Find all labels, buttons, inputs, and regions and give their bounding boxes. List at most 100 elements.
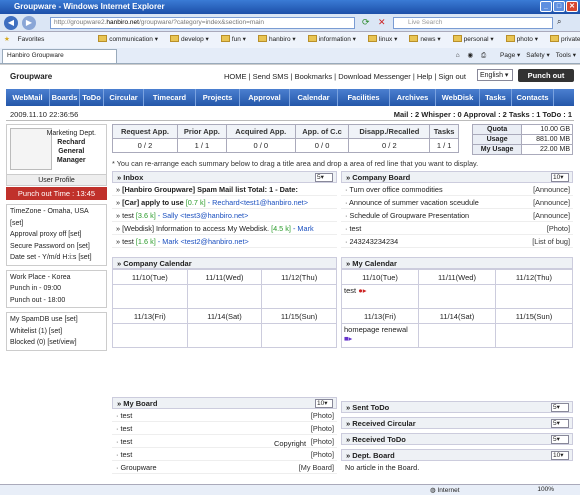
zoom-level[interactable]: 100% xyxy=(537,486,554,493)
settings-item[interactable]: Secure Password on [set] xyxy=(10,241,103,253)
stop-icon[interactable]: ✕ xyxy=(378,17,386,28)
status-counts[interactable]: Mail : 2 Whisper : 0 Approval : 2 Tasks … xyxy=(394,110,572,119)
my-board-header[interactable]: » My Board 10▾ xyxy=(112,397,337,409)
received-circular-count-select[interactable]: 5▾ xyxy=(551,419,569,428)
bookmark-folder[interactable]: communication ▾ xyxy=(98,35,164,43)
summary-value[interactable]: 0 / 0 xyxy=(294,138,350,153)
nav-webdisk[interactable]: WebDisk xyxy=(436,89,480,106)
board-item-title[interactable]: · test xyxy=(345,224,361,233)
nav-calendar[interactable]: Calendar xyxy=(290,89,338,106)
board-item[interactable]: · test [Photo] xyxy=(112,448,337,461)
company-board-count-select[interactable]: 10▾ xyxy=(551,173,569,182)
inbox-sender[interactable]: - Mark xyxy=(293,224,314,233)
calendar-day-header[interactable]: 11/15(Sun) xyxy=(495,308,573,324)
bookmark-folder[interactable]: information ▾ xyxy=(307,35,362,43)
calendar-day-header[interactable]: 11/13(Fri) xyxy=(112,308,188,324)
forward-icon[interactable]: ▶ xyxy=(22,16,36,30)
board-item[interactable]: · test [Photo] xyxy=(112,422,337,435)
nav-boards[interactable]: Boards xyxy=(50,89,80,106)
board-item[interactable]: · 243243234234 [List of bug] xyxy=(341,235,573,248)
feeds-icon[interactable]: ◉ xyxy=(468,52,474,59)
language-select[interactable]: English ▾ xyxy=(477,69,513,81)
calendar-day-header[interactable]: 11/11(Wed) xyxy=(418,269,496,285)
minimize-button[interactable]: _ xyxy=(540,1,552,12)
inbox-item[interactable]: » [Hanbiro Groupware] Spam Mail list Tot… xyxy=(112,183,337,196)
favorites-button[interactable]: Favorites xyxy=(18,36,45,43)
ie-tool-menu[interactable]: Tools ▾ xyxy=(556,52,576,59)
dept-board-header[interactable]: » Dept. Board 10▾ xyxy=(341,449,573,461)
calendar-day-header[interactable]: 11/12(Thu) xyxy=(495,269,573,285)
top-links[interactable]: HOME | Send SMS | Bookmarks | Download M… xyxy=(224,72,466,81)
calendar-day-header[interactable]: 11/12(Thu) xyxy=(261,269,337,285)
company-calendar-header[interactable]: » Company Calendar xyxy=(112,257,337,269)
search-input[interactable]: Live Search xyxy=(393,17,553,29)
board-item-title[interactable]: · Announce of summer vacation sceudule xyxy=(345,198,479,207)
dept-board-count-select[interactable]: 10▾ xyxy=(551,451,569,460)
nav-projects[interactable]: Projects xyxy=(196,89,240,106)
nav-facilities[interactable]: Facilities xyxy=(338,89,390,106)
board-item-title[interactable]: · 243243234234 xyxy=(345,237,398,246)
board-item-title[interactable]: · Turn over office commodities xyxy=(345,185,443,194)
sent-todo-header[interactable]: » Sent ToDo 5▾ xyxy=(341,401,573,413)
home-icon[interactable]: ⌂ xyxy=(456,52,460,59)
settings-item[interactable]: My SpamDB use [set] xyxy=(10,314,103,326)
settings-item[interactable]: Punch in - 09:00 xyxy=(10,283,103,295)
summary-value[interactable]: 1 / 1 xyxy=(429,138,459,153)
inbox-item[interactable]: » [Car] apply to use [0.7 k] - Rechard<t… xyxy=(112,196,337,209)
search-icon[interactable]: ⌕ xyxy=(557,17,561,27)
calendar-day-header[interactable]: 11/11(Wed) xyxy=(186,269,263,285)
favorites-star-icon[interactable]: ★ xyxy=(4,36,10,43)
calendar-day-header[interactable]: 11/10(Tue) xyxy=(112,269,188,285)
inbox-sender[interactable]: - Sally <test3@hanbiro.net> xyxy=(158,211,249,220)
browser-tab[interactable]: Hanbiro Groupware xyxy=(2,49,117,63)
board-item-title[interactable]: · test xyxy=(116,424,132,433)
nav-circular[interactable]: Circular xyxy=(104,89,144,106)
refresh-icon[interactable]: ⟳ xyxy=(362,17,370,28)
board-item-title[interactable]: · test xyxy=(116,411,132,420)
settings-item[interactable]: Approval proxy off [set] xyxy=(10,229,103,241)
board-item-title[interactable]: · Schedule of Groupware Presentation xyxy=(345,211,469,220)
bookmark-folder[interactable]: private ▾ xyxy=(549,35,580,43)
received-circular-header[interactable]: » Received Circular 5▾ xyxy=(341,417,573,429)
nav-tasks[interactable]: Tasks xyxy=(480,89,512,106)
bookmark-folder[interactable]: linux ▾ xyxy=(367,35,403,43)
inbox-sender[interactable]: - Rechard<test1@hanbiro.net> xyxy=(208,198,308,207)
nav-archives[interactable]: Archives xyxy=(390,89,436,106)
inbox-subject[interactable]: [Car] apply to use xyxy=(122,198,184,207)
nav-todo[interactable]: ToDo xyxy=(80,89,104,106)
inbox-subject[interactable]: [Hanbiro Groupware] Spam Mail list Total… xyxy=(122,185,298,194)
inbox-header[interactable]: » Inbox 5▾ xyxy=(112,171,337,183)
board-item[interactable]: · Turn over office commodities [Announce] xyxy=(341,183,573,196)
calendar-day-header[interactable]: 11/14(Sat) xyxy=(418,308,496,324)
inbox-item[interactable]: » test [1.6 k] - Mark <test2@hanbiro.net… xyxy=(112,235,337,248)
bookmark-folder[interactable]: personal ▾ xyxy=(452,35,500,43)
summary-value[interactable]: 0 / 2 xyxy=(348,138,431,153)
settings-item[interactable]: Blocked (0) [set/view] xyxy=(10,337,103,349)
summary-value[interactable]: 0 / 0 xyxy=(225,138,296,153)
settings-item[interactable]: TimeZone - Omaha, USA [set] xyxy=(10,206,103,229)
settings-item[interactable]: Work Place - Korea xyxy=(10,272,103,284)
calendar-day-header[interactable]: 11/15(Sun) xyxy=(261,308,337,324)
inbox-count-select[interactable]: 5▾ xyxy=(315,173,333,182)
my-board-count-select[interactable]: 10▾ xyxy=(315,399,333,408)
inbox-sender[interactable]: - Mark <test2@hanbiro.net> xyxy=(158,237,249,246)
close-button[interactable]: ✕ xyxy=(566,1,578,12)
bookmark-folder[interactable]: fun ▾ xyxy=(220,35,252,43)
ie-tool-menu[interactable]: Safety ▾ xyxy=(526,52,550,59)
board-item-title[interactable]: · test xyxy=(116,450,132,459)
inbox-item[interactable]: » [Webdisk] Information to access My Web… xyxy=(112,222,337,235)
board-item[interactable]: · Schedule of Groupware Presentation [Ann… xyxy=(341,209,573,222)
maximize-button[interactable]: □ xyxy=(553,1,565,12)
settings-item[interactable]: Whitelist (1) [set] xyxy=(10,326,103,338)
sent-todo-count-select[interactable]: 5▾ xyxy=(551,403,569,412)
nav-webmail[interactable]: WebMail xyxy=(6,89,50,106)
nav-timecard[interactable]: Timecard xyxy=(144,89,196,106)
bookmark-folder[interactable]: news ▾ xyxy=(409,35,446,43)
url-input[interactable]: http://groupware2.hanbiro.net/groupware/… xyxy=(50,17,355,29)
board-item[interactable]: · Groupware [My Board] xyxy=(112,461,337,474)
back-icon[interactable]: ◀ xyxy=(4,16,18,30)
inbox-item[interactable]: » test [3.6 k] - Sally <test3@hanbiro.ne… xyxy=(112,209,337,222)
calendar-day-header[interactable]: 11/10(Tue) xyxy=(341,269,419,285)
calendar-day-header[interactable]: 11/14(Sat) xyxy=(186,308,263,324)
nav-approval[interactable]: Approval xyxy=(240,89,290,106)
